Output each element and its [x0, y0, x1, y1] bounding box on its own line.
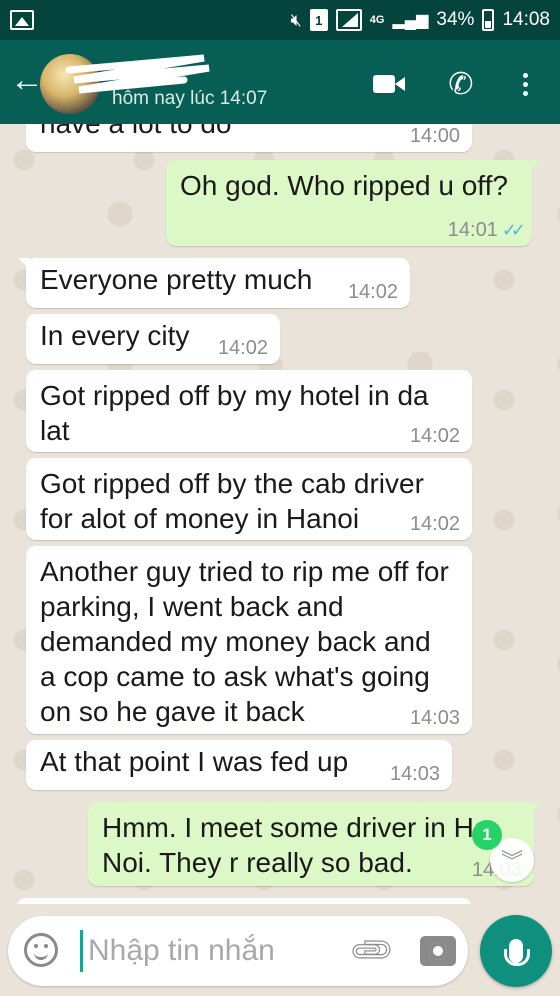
unread-count-badge[interactable]: 1: [472, 820, 502, 850]
battery-icon: [482, 9, 495, 31]
battery-percent: 34%: [436, 9, 475, 30]
message-list[interactable]: have a lot to do 14:00 Oh god. Who rippe…: [0, 124, 560, 904]
status-bar: 🔇︎ 1 4G ▂▄▆ 34% 14:08: [0, 0, 560, 40]
message-time: 14:02: [409, 513, 460, 535]
clock: 14:08: [502, 9, 550, 30]
image-notification-icon: [10, 10, 34, 30]
video-call-icon[interactable]: [366, 66, 405, 102]
message-bubble[interactable]: In every city 14:02: [26, 314, 280, 364]
message-time: 14:00: [409, 125, 460, 147]
message-bubble[interactable]: Another guy tried to rip me off for park…: [26, 546, 472, 734]
message-time: 14:02: [217, 337, 268, 359]
camera-icon[interactable]: [420, 936, 456, 966]
message-text: have a lot to do: [40, 124, 231, 139]
sim-icon: 1: [309, 9, 328, 31]
message-bubble[interactable]: Oh god. Who ripped u off? 14:01 ✓✓: [166, 160, 540, 246]
last-seen[interactable]: hôm nay lúc 14:07: [112, 88, 267, 110]
message-bubble[interactable]: [16, 898, 472, 904]
message-bubble[interactable]: have a lot to do 14:00: [26, 124, 472, 152]
message-text: Another guy tried to rip me off for park…: [40, 556, 449, 727]
message-time: 14:01 ✓✓: [447, 219, 526, 241]
message-bubble[interactable]: Got ripped off by my hotel in da lat 14:…: [26, 370, 472, 452]
message-bubble[interactable]: Hmm. I meet some driver in Ha Noi. They …: [88, 802, 542, 886]
message-text: Got ripped off by the cab driver for alo…: [40, 468, 424, 534]
mic-icon: [504, 939, 530, 966]
signal-bars-icon: ▂▄▆: [392, 12, 429, 29]
message-text: Hmm. I meet some driver in Ha Noi. They …: [102, 812, 490, 878]
network-type: 4G: [369, 14, 385, 26]
attach-icon[interactable]: 📎︎: [347, 926, 397, 978]
voice-record-button[interactable]: [480, 915, 552, 987]
message-bubble[interactable]: Got ripped off by the cab driver for alo…: [26, 458, 472, 540]
message-bubble[interactable]: At that point I was fed up 14:03: [26, 740, 452, 790]
message-time: 14:03: [389, 763, 440, 785]
message-time: 14:02: [409, 425, 460, 447]
emoji-icon[interactable]: [24, 933, 58, 967]
message-text: Got ripped off by my hotel in da lat: [40, 380, 429, 446]
message-text: Everyone pretty much: [40, 264, 313, 295]
message-time: 14:02: [347, 281, 398, 303]
chat-header: ← hôm nay lúc 14:07 ✆: [0, 40, 560, 124]
message-text: Oh god. Who ripped u off?: [180, 170, 508, 201]
message-bubble[interactable]: Everyone pretty much 14:02: [18, 258, 410, 308]
phone-icon[interactable]: ✆: [443, 66, 479, 102]
mute-icon: 🔇︎: [290, 9, 302, 30]
more-vert-icon[interactable]: [507, 66, 543, 102]
message-input[interactable]: Nhập tin nhắn: [88, 934, 275, 968]
text-cursor: [80, 930, 83, 972]
message-text: In every city: [40, 320, 190, 351]
double-check-icon: ✓✓: [501, 220, 526, 240]
signal-icon: [335, 9, 362, 31]
message-text: At that point I was fed up: [40, 746, 349, 777]
message-time: 14:03: [409, 707, 460, 729]
message-composer[interactable]: Nhập tin nhắn 📎︎: [8, 916, 468, 986]
